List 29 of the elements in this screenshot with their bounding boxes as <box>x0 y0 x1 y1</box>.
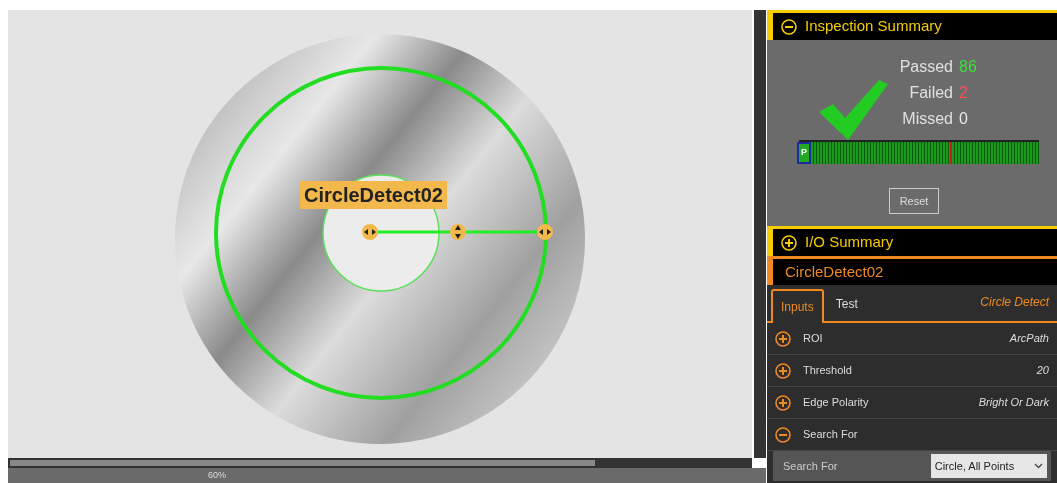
parameter-label: Edge Polarity <box>803 395 869 411</box>
field-label: Search For <box>783 458 839 474</box>
count-label: Failed <box>908 83 953 103</box>
tool-type: Circle Detect <box>980 294 1049 311</box>
parameter-label: Search For <box>803 427 858 443</box>
parameter-value: 20 <box>1036 363 1049 379</box>
count-label: Passed <box>898 57 953 77</box>
parameter-row[interactable]: Edge Polarity Bright Or Dark <box>767 387 1057 419</box>
section-title: Inspection Summary <box>805 16 942 37</box>
tab[interactable]: Test <box>823 287 870 321</box>
parameter-value: ArcPath <box>1009 331 1049 347</box>
section-header[interactable]: Inspection Summary <box>767 10 1057 40</box>
dropdown[interactable]: Circle, All Points <box>930 454 1047 478</box>
parameter-row[interactable]: ROI ArcPath <box>767 323 1057 355</box>
parameter-label: Threshold <box>803 363 852 379</box>
reset-button[interactable]: Reset <box>889 188 939 214</box>
section-header[interactable]: I/O Summary <box>767 226 1057 256</box>
tool-name-header: CircleDetect02 <box>767 256 1057 285</box>
count-value: 86 <box>959 57 977 77</box>
parameter-value: Bright Or Dark <box>978 395 1049 411</box>
section-title: I/O Summary <box>805 232 894 253</box>
zoom-level: 60% <box>208 471 226 480</box>
parameter-row[interactable]: Threshold 20 <box>767 355 1057 387</box>
tab[interactable]: Inputs <box>771 289 824 323</box>
count-label: Missed <box>901 109 953 129</box>
count-value: 0 <box>959 109 968 129</box>
parameter-label: ROI <box>803 331 823 347</box>
count-value: 2 <box>959 83 968 103</box>
tool-label: CircleDetect02 <box>300 181 447 209</box>
